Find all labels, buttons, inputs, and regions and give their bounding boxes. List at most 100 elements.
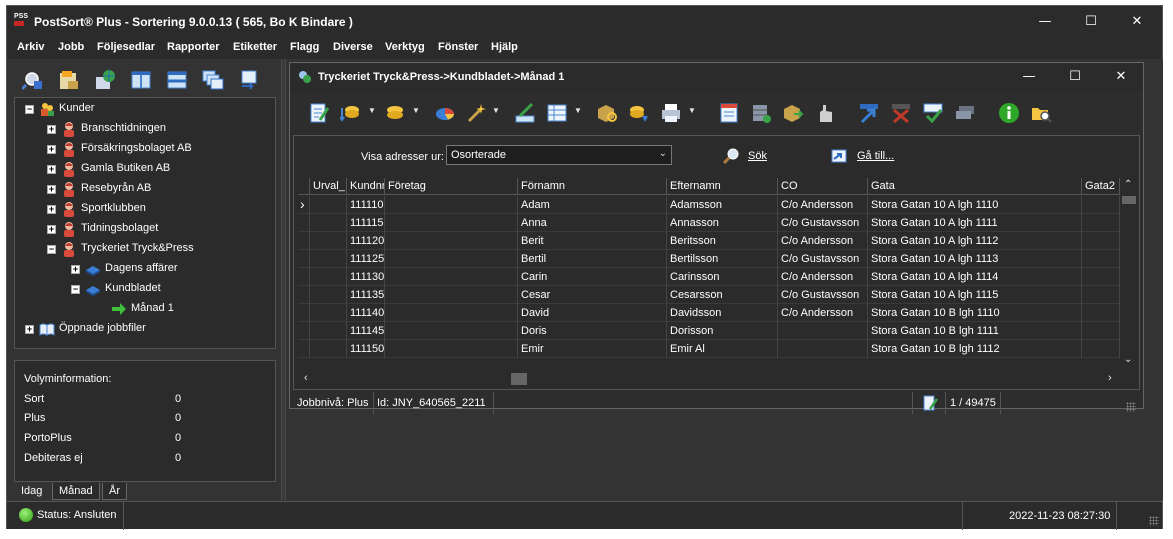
scroll-down-icon[interactable]: ⌄ bbox=[1124, 354, 1132, 365]
scroll-up-icon[interactable]: ⌃ bbox=[1124, 179, 1132, 190]
table-cell[interactable]: David bbox=[518, 304, 667, 322]
table-cell[interactable]: 111125 bbox=[347, 250, 385, 268]
split-horizontal-icon[interactable] bbox=[166, 69, 188, 91]
expand-icon[interactable]: + bbox=[47, 145, 56, 154]
table-row[interactable]: 111130 Carin Carinsson C/o Andersson Stora G… bbox=[298, 268, 1120, 286]
vertical-scroll-thumb[interactable] bbox=[1122, 196, 1136, 204]
goto-button[interactable]: Gå till... bbox=[831, 148, 894, 164]
table-cell[interactable] bbox=[310, 322, 347, 340]
table-cell[interactable]: 111130 bbox=[347, 268, 385, 286]
tab-manad[interactable]: Månad bbox=[52, 483, 100, 500]
minimize-button[interactable]: — bbox=[1022, 6, 1068, 37]
table-cell[interactable] bbox=[385, 214, 518, 232]
menu-fonster[interactable]: Fönster bbox=[438, 41, 478, 53]
table-cell[interactable]: Cesarsson bbox=[667, 286, 778, 304]
dropdown-arrow-icon[interactable]: ▼ bbox=[368, 106, 376, 115]
coins-arrow-icon[interactable] bbox=[628, 102, 650, 124]
package-search-icon[interactable] bbox=[596, 102, 618, 124]
edit-pen-icon[interactable] bbox=[514, 102, 536, 124]
table-cell[interactable]: Stora Gatan 10 A lgh 1115 bbox=[868, 286, 1082, 304]
package-export-icon[interactable] bbox=[782, 102, 804, 124]
pane-splitter[interactable] bbox=[281, 59, 286, 500]
table-cell[interactable] bbox=[385, 304, 518, 322]
table-cell[interactable]: 111135 bbox=[347, 286, 385, 304]
col-header-gata2[interactable]: Gata2 bbox=[1082, 178, 1120, 195]
table-row[interactable]: 111140 David Davidsson C/o Andersson Stora G… bbox=[298, 304, 1120, 322]
table-cell[interactable]: Stora Gatan 10 A lgh 1110 bbox=[868, 196, 1082, 214]
menu-flagg[interactable]: Flagg bbox=[290, 41, 319, 53]
table-cell[interactable] bbox=[310, 304, 347, 322]
table-cell[interactable] bbox=[778, 322, 868, 340]
address-source-select[interactable]: Osorterade ⌄ bbox=[446, 145, 672, 165]
table-cell[interactable]: Berit bbox=[518, 232, 667, 250]
collapse-icon[interactable]: − bbox=[71, 285, 80, 294]
magic-wand-icon[interactable] bbox=[466, 102, 488, 124]
search-button[interactable]: Sök bbox=[722, 148, 767, 164]
row-indicator[interactable] bbox=[298, 322, 310, 340]
expand-icon[interactable]: + bbox=[47, 205, 56, 214]
scroll-left-icon[interactable]: ‹ bbox=[304, 372, 308, 384]
folder-search-icon[interactable] bbox=[1030, 102, 1052, 124]
sort-coins-icon[interactable] bbox=[340, 102, 362, 124]
table-cell[interactable] bbox=[385, 232, 518, 250]
col-header-foretag[interactable]: Företag bbox=[385, 178, 518, 195]
database-globe-icon[interactable] bbox=[94, 69, 116, 91]
row-indicator[interactable] bbox=[298, 304, 310, 322]
windows-cascade-icon[interactable] bbox=[202, 69, 224, 91]
vertical-scrollbar[interactable]: ⌃ ⌄ bbox=[1120, 178, 1138, 370]
expand-icon[interactable]: + bbox=[47, 185, 56, 194]
current-row-indicator-icon[interactable]: › bbox=[298, 196, 310, 214]
table-cell[interactable]: Cesar bbox=[518, 286, 667, 304]
title-bar[interactable]: PSS PostSort® Plus - Sortering 9.0.0.13 … bbox=[7, 6, 1162, 37]
table-cell[interactable]: Dorisson bbox=[667, 322, 778, 340]
info-icon[interactable] bbox=[998, 102, 1020, 124]
table-cell[interactable]: Bertil bbox=[518, 250, 667, 268]
table-cell[interactable]: 111140 bbox=[347, 304, 385, 322]
table-row[interactable]: 111145 Doris Dorisson Stora Gatan 10 B lgh … bbox=[298, 322, 1120, 340]
table-cell[interactable]: Carinsson bbox=[667, 268, 778, 286]
report-icon[interactable] bbox=[718, 102, 740, 124]
row-indicator[interactable] bbox=[298, 268, 310, 286]
table-cell[interactable] bbox=[1082, 286, 1120, 304]
table-cell[interactable] bbox=[1082, 196, 1120, 214]
col-header-gata[interactable]: Gata bbox=[868, 178, 1082, 195]
expand-icon[interactable]: + bbox=[47, 225, 56, 234]
tab-idag[interactable]: Idag bbox=[14, 483, 50, 500]
table-cell[interactable]: C/o Andersson bbox=[778, 232, 868, 250]
menu-arkiv[interactable]: Arkiv bbox=[17, 41, 45, 53]
child-maximize-button[interactable]: ☐ bbox=[1052, 63, 1098, 91]
expand-icon[interactable]: + bbox=[25, 325, 34, 334]
table-cell[interactable] bbox=[310, 250, 347, 268]
col-header-urval[interactable]: Urval_ bbox=[310, 178, 347, 195]
table-cell[interactable]: Stora Gatan 10 A lgh 1114 bbox=[868, 268, 1082, 286]
menu-etiketter[interactable]: Etiketter bbox=[233, 41, 277, 53]
table-cell[interactable]: Anna bbox=[518, 214, 667, 232]
col-header-co[interactable]: CO bbox=[778, 178, 868, 195]
hand-pointer-icon[interactable] bbox=[814, 102, 836, 124]
table-cell[interactable] bbox=[778, 340, 868, 358]
table-cell[interactable]: 111150 bbox=[347, 340, 385, 358]
table-cell[interactable] bbox=[1082, 214, 1120, 232]
horizontal-scrollbar[interactable]: ‹ › bbox=[298, 370, 1120, 388]
table-cell[interactable]: Beritsson bbox=[667, 232, 778, 250]
expand-icon[interactable]: + bbox=[71, 265, 80, 274]
table-cell[interactable]: C/o Gustavsson bbox=[778, 250, 868, 268]
coins-stack-icon[interactable] bbox=[384, 102, 406, 124]
table-cell[interactable] bbox=[385, 250, 518, 268]
table-cell[interactable] bbox=[310, 286, 347, 304]
table-row[interactable]: 111135 Cesar Cesarsson C/o Gustavsson Stora … bbox=[298, 286, 1120, 304]
table-cell[interactable] bbox=[1082, 340, 1120, 358]
expand-icon[interactable]: + bbox=[47, 165, 56, 174]
table-cell[interactable] bbox=[385, 340, 518, 358]
table-cell[interactable]: 111110 bbox=[347, 196, 385, 214]
table-cell[interactable]: Annasson bbox=[667, 214, 778, 232]
menu-hjalp[interactable]: Hjälp bbox=[491, 41, 518, 53]
row-indicator[interactable] bbox=[298, 250, 310, 268]
table-cell[interactable]: C/o Andersson bbox=[778, 304, 868, 322]
collapse-icon[interactable]: − bbox=[47, 245, 56, 254]
table-cell[interactable]: Stora Gatan 10 A lgh 1111 bbox=[868, 214, 1082, 232]
maximize-button[interactable]: ☐ bbox=[1068, 6, 1114, 37]
row-indicator[interactable] bbox=[298, 214, 310, 232]
table-cell[interactable] bbox=[1082, 268, 1120, 286]
table-cell[interactable]: Emir bbox=[518, 340, 667, 358]
